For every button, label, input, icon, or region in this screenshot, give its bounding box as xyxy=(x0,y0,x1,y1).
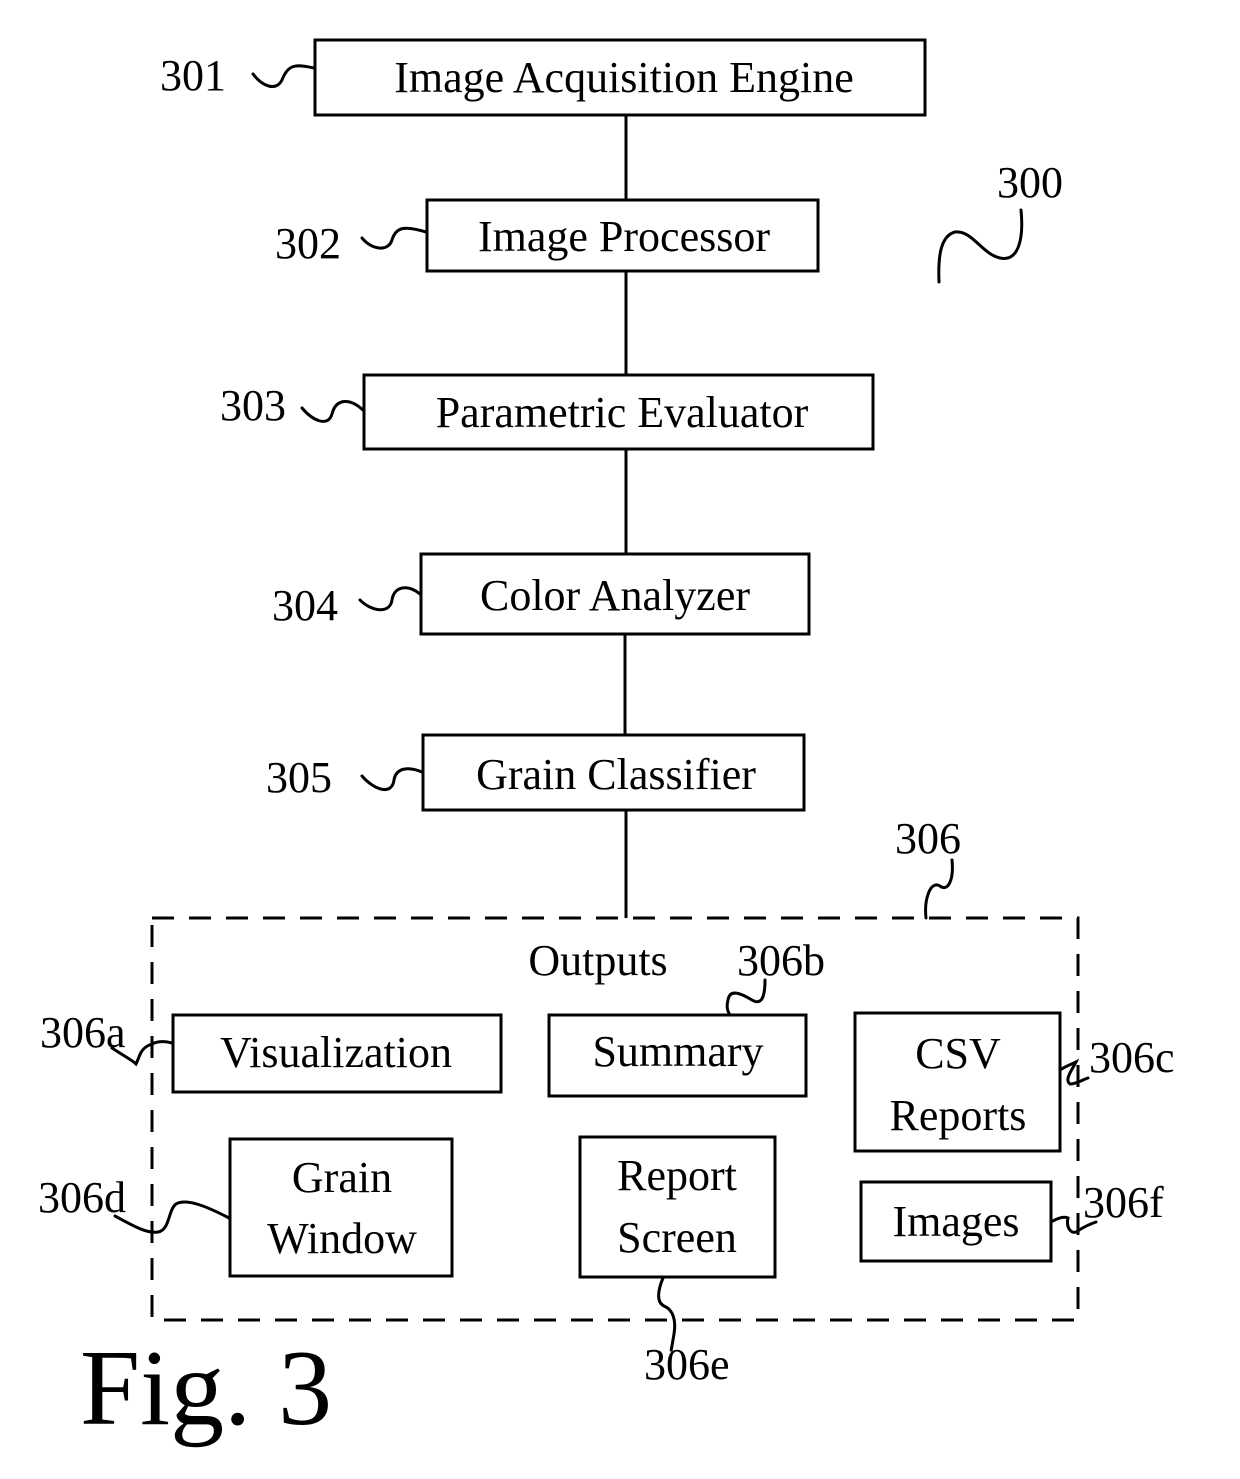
outputs-title: Outputs xyxy=(528,936,667,985)
block-diagram: Image Acquisition Engine 301 Image Proce… xyxy=(38,38,1175,1448)
ref-label-302: 302 xyxy=(275,219,341,268)
output-grain-window: Grain Window xyxy=(228,1137,454,1278)
ref-label-304: 304 xyxy=(272,581,338,630)
block-parametric-evaluator: Parametric Evaluator xyxy=(362,373,875,451)
block-label: Parametric Evaluator xyxy=(436,388,809,437)
leader-line-303 xyxy=(300,400,365,423)
output-report-screen: Report Screen xyxy=(578,1135,777,1279)
output-label: Images xyxy=(892,1197,1019,1246)
ref-label-306e: 306e xyxy=(644,1340,730,1389)
leader-line-305 xyxy=(360,767,424,791)
figure-caption: Fig. 3 xyxy=(80,1329,332,1448)
output-visualization: Visualization xyxy=(171,1013,503,1094)
ref-label-300: 300 xyxy=(997,158,1063,207)
output-label-line-2: Window xyxy=(267,1214,417,1263)
leader-line-304 xyxy=(358,586,422,612)
leader-line-306d xyxy=(113,1200,231,1234)
output-summary: Summary xyxy=(547,1013,808,1098)
output-label: Visualization xyxy=(220,1028,452,1077)
leader-line-300 xyxy=(937,208,1024,284)
ref-label-306d: 306d xyxy=(38,1173,126,1222)
output-label: Summary xyxy=(592,1027,763,1076)
output-label-line-1: Grain xyxy=(292,1153,392,1202)
leader-line-306c xyxy=(1058,1058,1090,1086)
ref-label-305: 305 xyxy=(266,753,332,802)
ref-label-306f: 306f xyxy=(1083,1178,1164,1227)
ref-label-303: 303 xyxy=(220,381,286,430)
block-label: Color Analyzer xyxy=(480,571,750,620)
block-label: Grain Classifier xyxy=(476,750,756,799)
leader-line-306b xyxy=(725,978,767,1017)
ref-label-301: 301 xyxy=(160,51,226,100)
ref-label-306: 306 xyxy=(895,814,961,863)
leader-line-301 xyxy=(251,64,316,89)
block-grain-classifier: Grain Classifier xyxy=(421,733,806,812)
output-label-line-2: Reports xyxy=(890,1091,1027,1140)
leader-line-302 xyxy=(360,226,428,250)
ref-label-306b: 306b xyxy=(737,936,825,985)
block-image-acquisition-engine: Image Acquisition Engine xyxy=(313,38,927,117)
output-label-line-2: Screen xyxy=(617,1213,737,1262)
block-label: Image Acquisition Engine xyxy=(394,53,853,102)
leader-line-306 xyxy=(924,858,954,920)
block-color-analyzer: Color Analyzer xyxy=(419,552,811,636)
block-image-processor: Image Processor xyxy=(425,198,820,273)
block-label: Image Processor xyxy=(478,212,770,261)
output-images: Images xyxy=(859,1180,1053,1263)
output-label-line-1: CSV xyxy=(915,1029,1001,1078)
output-label-line-1: Report xyxy=(617,1151,737,1200)
output-csv-reports: CSV Reports xyxy=(853,1011,1062,1153)
ref-label-306c: 306c xyxy=(1089,1033,1175,1082)
